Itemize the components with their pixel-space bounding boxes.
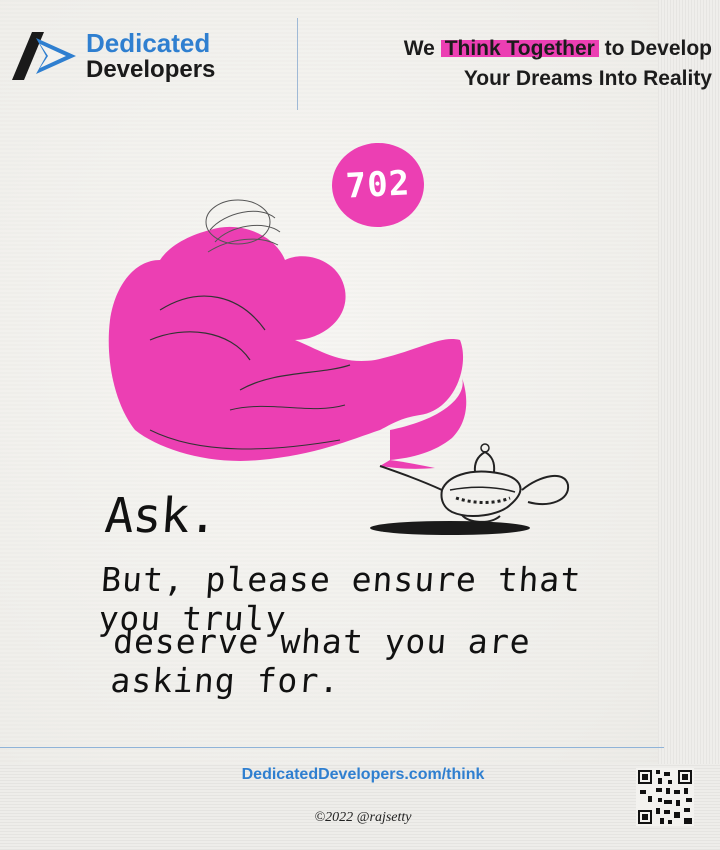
card-title: Ask. bbox=[103, 488, 219, 544]
tagline-highlight: Think Together bbox=[440, 37, 599, 60]
header-divider bbox=[297, 18, 298, 110]
footer-divider bbox=[0, 747, 664, 748]
tagline: We Think Together to Develop Your Dreams… bbox=[312, 34, 712, 94]
tagline-line2: Your Dreams Into Reality bbox=[463, 67, 712, 90]
tagline-post: to Develop bbox=[604, 37, 712, 60]
qr-code-icon[interactable] bbox=[636, 768, 694, 826]
tagline-line1: We Think Together to Develop bbox=[312, 34, 712, 64]
brand-logo[interactable]: Dedicated Developers bbox=[10, 30, 215, 82]
tagline-pre: We bbox=[403, 37, 435, 60]
footer-url-link[interactable]: DedicatedDevelopers.com/think bbox=[0, 766, 720, 784]
copyright-text: ©2022 @rajsetty bbox=[314, 810, 412, 825]
brand-name-line2: Developers bbox=[86, 56, 216, 83]
brand-name: Dedicated Developers bbox=[86, 30, 215, 82]
brand-name-line1: Dedicated bbox=[86, 28, 211, 58]
card-message-line2: deserve what you are asking for. bbox=[109, 622, 533, 700]
paper-edge-right bbox=[658, 0, 720, 850]
dedicated-developers-logo-icon bbox=[12, 32, 76, 80]
